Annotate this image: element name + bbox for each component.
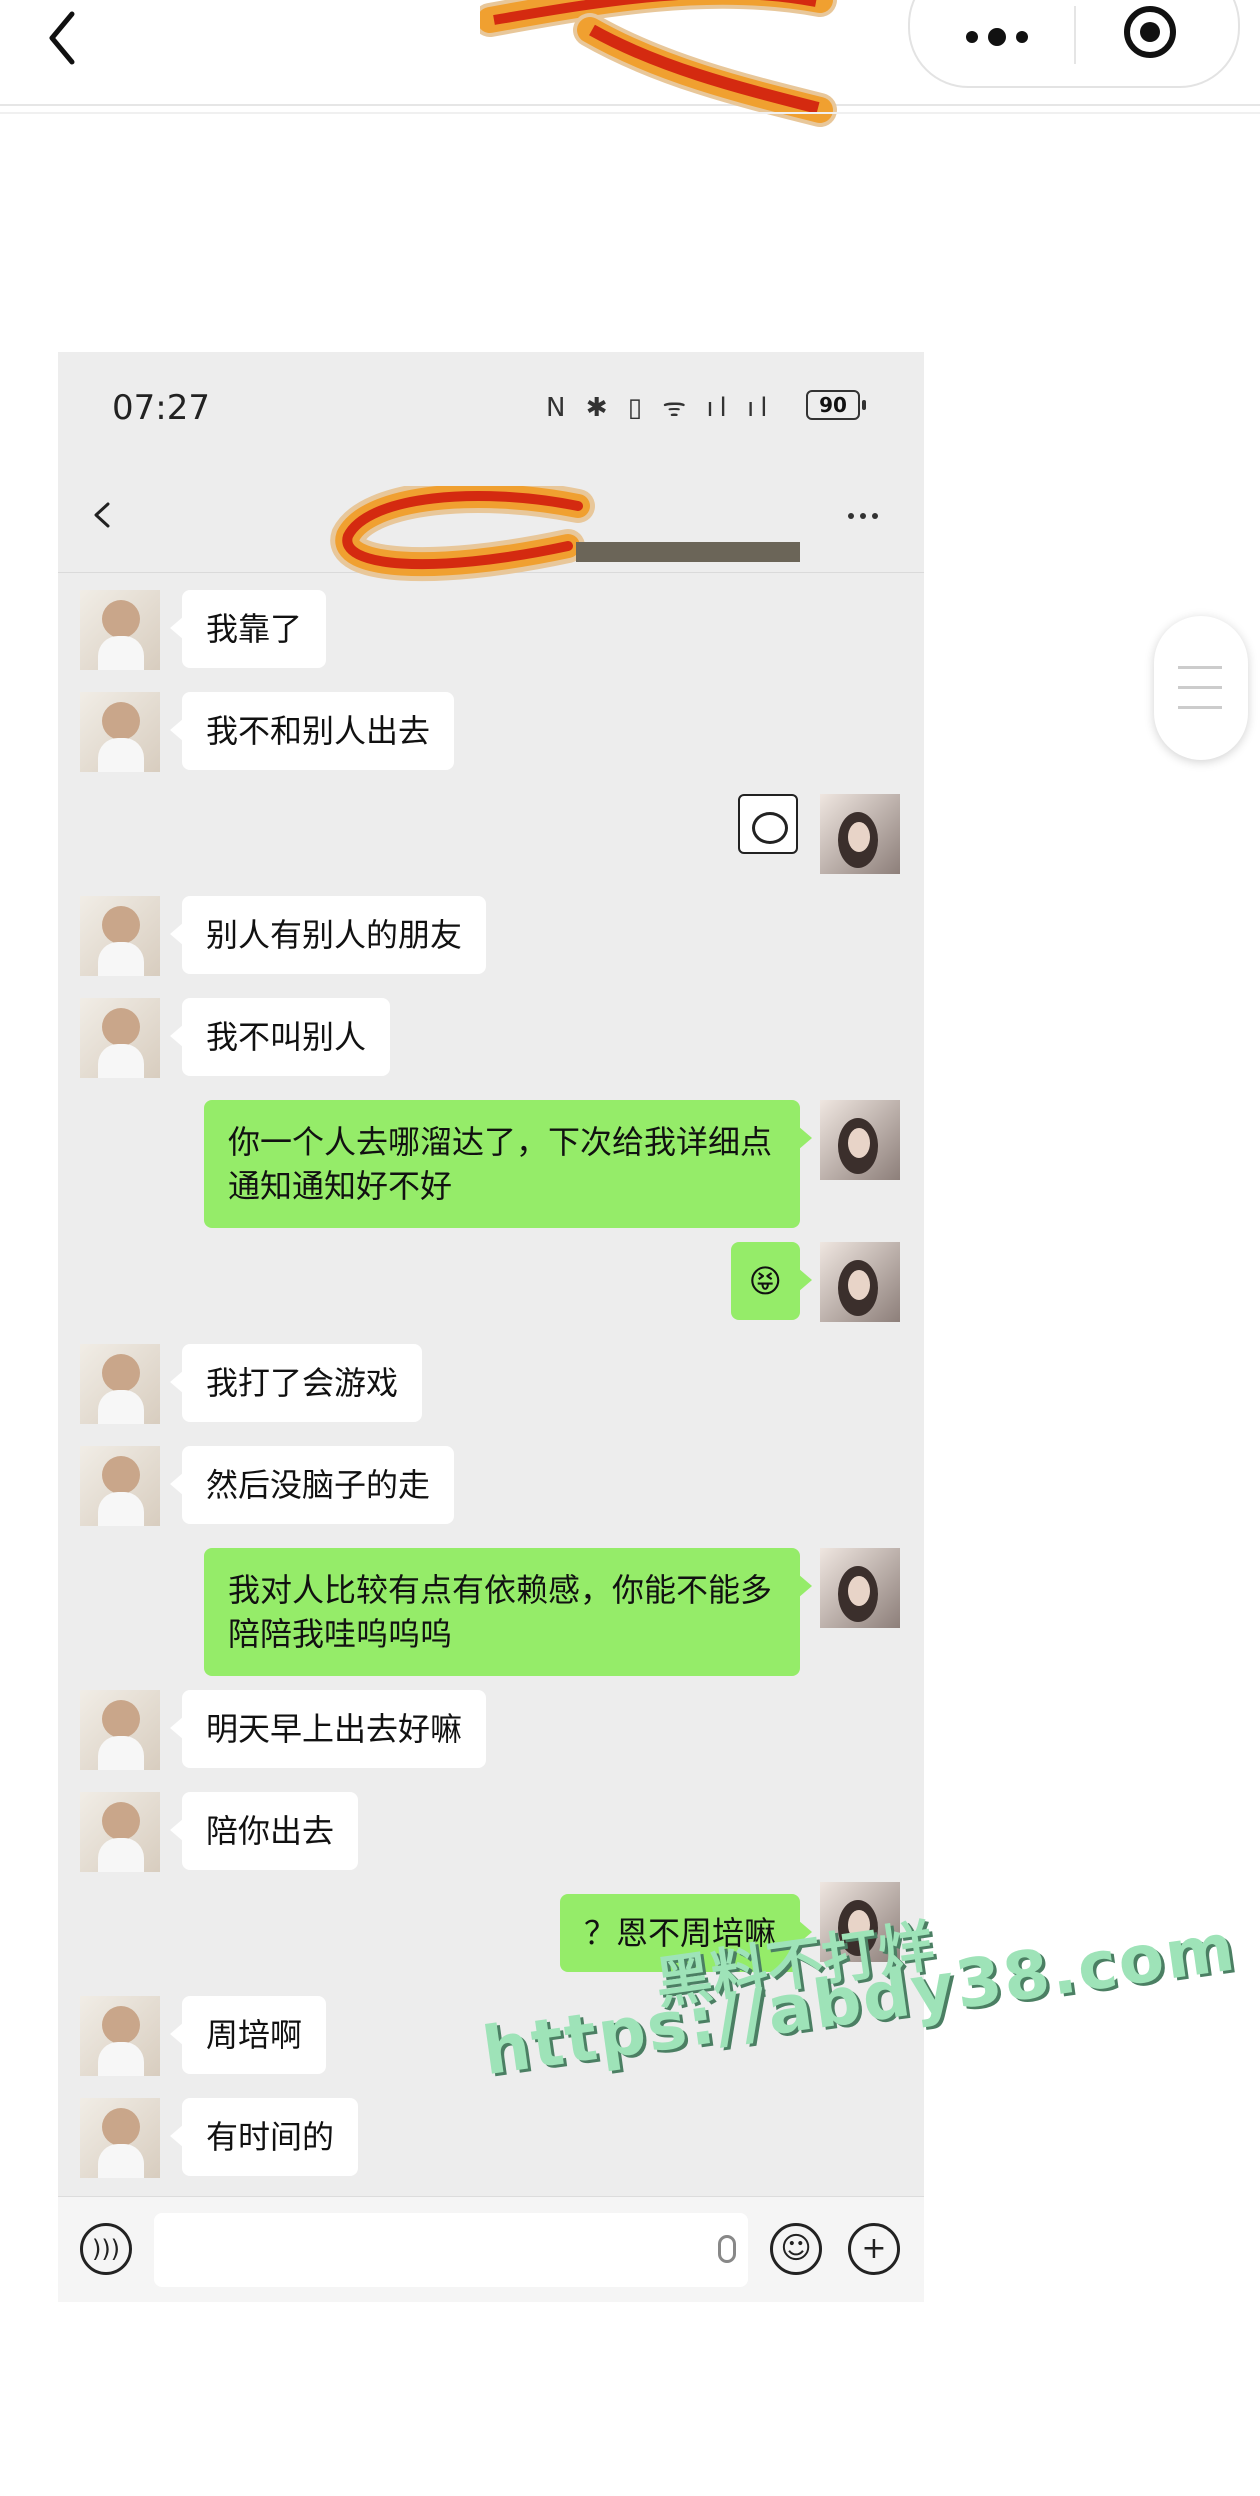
avatar[interactable] xyxy=(820,794,900,874)
chevron-left-icon[interactable] xyxy=(90,502,116,528)
image-message-fragment xyxy=(576,542,800,562)
redaction-scribble xyxy=(480,0,837,127)
more-dots-icon[interactable] xyxy=(848,504,884,523)
avatar[interactable] xyxy=(80,1996,160,2076)
avatar[interactable] xyxy=(820,1100,900,1180)
avatar[interactable] xyxy=(80,1690,160,1770)
message-row: 我打了会游戏 xyxy=(58,1338,924,1428)
status-time: 07:27 xyxy=(112,388,210,428)
message-row: 我不和别人出去 xyxy=(58,686,924,776)
message-row xyxy=(58,788,924,878)
message-bubble[interactable]: 😝 xyxy=(730,1242,813,1320)
message-input[interactable] xyxy=(154,2213,748,2287)
message-row: 然后没脑子的走 xyxy=(58,1440,924,1530)
avatar[interactable] xyxy=(820,1242,900,1322)
message-bubble[interactable]: 你一个人去哪溜达了，下次给我详细点通知通知好不好 xyxy=(204,1100,812,1228)
message-bubble[interactable]: 我打了会游戏 xyxy=(169,1344,423,1422)
avatar[interactable] xyxy=(80,1344,160,1424)
avatar[interactable] xyxy=(80,692,160,772)
chat-input-bar: ))) ☺ + xyxy=(58,2196,924,2302)
message-row: 😝 xyxy=(58,1236,924,1326)
message-bubble[interactable]: 有时间的 xyxy=(169,2098,359,2176)
chevron-left-icon[interactable] xyxy=(44,8,104,68)
message-row: 别人有别人的朋友 xyxy=(58,890,924,980)
message-row: 我靠了 xyxy=(58,584,924,674)
status-icons: N ✱ ▯ ᯤ ıl ıl xyxy=(546,393,774,423)
sticker-image[interactable] xyxy=(738,794,798,854)
avatar[interactable] xyxy=(80,1792,160,1872)
message-bubble[interactable]: 别人有别人的朋友 xyxy=(169,896,487,974)
message-row: 我不叫别人 xyxy=(58,992,924,1082)
more-dots-icon[interactable] xyxy=(966,28,1038,47)
avatar[interactable] xyxy=(80,998,160,1078)
message-bubble[interactable]: 明天早上出去好嘛 xyxy=(169,1690,487,1768)
divider xyxy=(0,112,1260,114)
target-circle-icon[interactable] xyxy=(1124,6,1176,58)
message-row: 我对人比较有点有依赖感，你能不能多陪陪我哇呜呜呜 xyxy=(58,1542,924,1676)
avatar[interactable] xyxy=(80,1446,160,1526)
avatar[interactable] xyxy=(80,590,160,670)
battery-icon: 90 xyxy=(806,390,866,420)
avatar[interactable] xyxy=(80,2098,160,2178)
message-bubble[interactable]: 我靠了 xyxy=(169,590,327,668)
message-bubble[interactable]: 我不和别人出去 xyxy=(169,692,455,770)
avatar[interactable] xyxy=(820,1548,900,1628)
top-app-bar xyxy=(0,0,1260,127)
capsule-divider xyxy=(1074,6,1076,64)
mic-icon[interactable] xyxy=(718,2235,736,2263)
redaction-scribble xyxy=(330,486,595,582)
mini-program-capsule xyxy=(908,0,1240,88)
message-bubble[interactable]: 我对人比较有点有依赖感，你能不能多陪陪我哇呜呜呜 xyxy=(204,1548,812,1676)
message-row: 有时间的 xyxy=(58,2092,924,2182)
message-bubble[interactable]: 我不叫别人 xyxy=(169,998,391,1076)
message-bubble[interactable]: 周培啊 xyxy=(169,1996,327,2074)
avatar[interactable] xyxy=(80,896,160,976)
status-bar: 07:27 N ✱ ▯ ᯤ ıl ıl 90 xyxy=(58,352,924,462)
emoji-icon[interactable]: ☺ xyxy=(770,2223,822,2275)
voice-icon[interactable]: ))) xyxy=(80,2223,132,2275)
message-row: 明天早上出去好嘛 xyxy=(58,1684,924,1774)
message-row: 你一个人去哪溜达了，下次给我详细点通知通知好不好 xyxy=(58,1094,924,1228)
message-bubble[interactable]: 陪你出去 xyxy=(169,1792,359,1870)
scroll-handle[interactable] xyxy=(1154,616,1248,760)
plus-icon[interactable]: + xyxy=(848,2223,900,2275)
message-row: 陪你出去 xyxy=(58,1786,924,1876)
message-bubble[interactable]: 然后没脑子的走 xyxy=(169,1446,455,1524)
